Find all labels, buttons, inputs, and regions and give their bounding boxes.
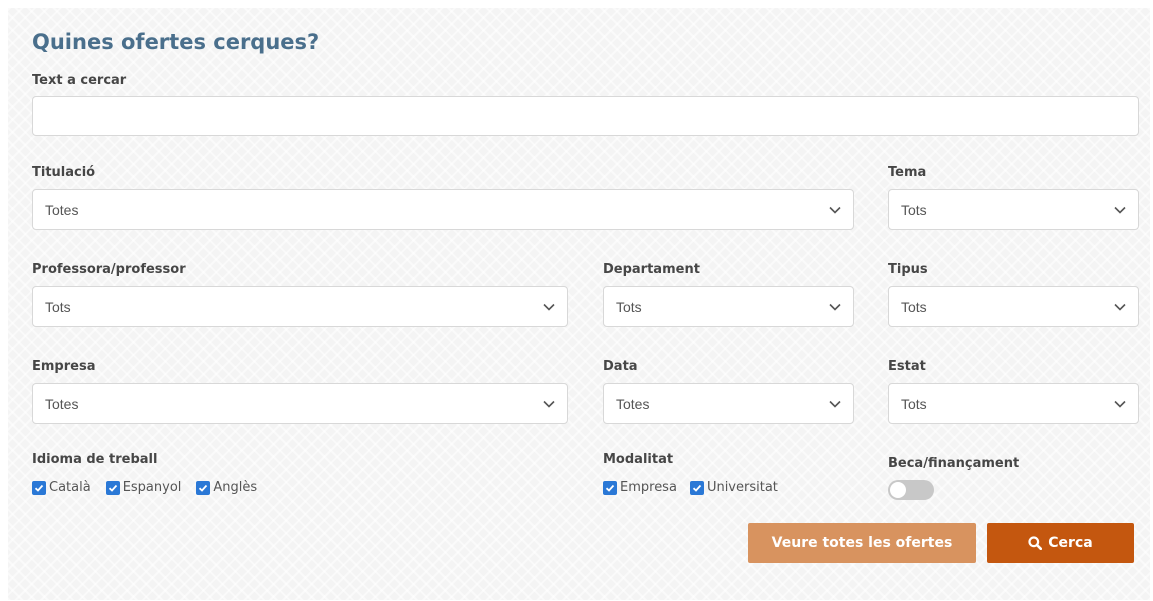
- empresa-select[interactable]: Totes: [32, 383, 568, 424]
- estat-value: Tots: [901, 395, 927, 412]
- checkbox-label: Empresa: [620, 480, 677, 495]
- search-button-label: Cerca: [1048, 535, 1093, 551]
- professor-select[interactable]: Tots: [32, 286, 568, 327]
- modalitat-label: Modalitat: [603, 452, 674, 467]
- chevron-down-icon: [543, 400, 555, 408]
- checkbox-label: Anglès: [213, 480, 258, 495]
- check-icon: [105, 480, 120, 495]
- tipus-label: Tipus: [888, 262, 928, 277]
- modalitat-options: Empresa Universitat: [603, 480, 793, 495]
- chevron-down-icon: [829, 206, 841, 214]
- estat-select[interactable]: Tots: [888, 383, 1139, 424]
- check-icon: [689, 480, 704, 495]
- data-label: Data: [603, 359, 638, 374]
- professor-label: Professora/professor: [32, 262, 186, 277]
- titulacio-value: Totes: [45, 201, 79, 218]
- chevron-down-icon: [1114, 400, 1126, 408]
- departament-value: Tots: [616, 298, 642, 315]
- checkbox-label: Català: [49, 480, 91, 495]
- empresa-value: Totes: [45, 395, 79, 412]
- idioma-options: Català Espanyol Anglès: [32, 480, 272, 495]
- estat-label: Estat: [888, 359, 926, 374]
- chevron-down-icon: [1114, 303, 1126, 311]
- checkbox-espanyol[interactable]: Espanyol: [105, 480, 182, 495]
- tipus-select[interactable]: Tots: [888, 286, 1139, 327]
- idioma-label: Idioma de treball: [32, 452, 158, 467]
- tema-value: Tots: [901, 201, 927, 218]
- beca-label: Beca/finançament: [888, 456, 1020, 471]
- check-icon: [196, 480, 211, 495]
- checkbox-empresa[interactable]: Empresa: [603, 480, 677, 495]
- checkbox-label: Espanyol: [122, 480, 182, 495]
- chevron-down-icon: [829, 303, 841, 311]
- view-all-offers-button[interactable]: Veure totes les ofertes: [748, 523, 976, 563]
- professor-value: Tots: [45, 298, 71, 315]
- beca-toggle[interactable]: [888, 480, 934, 500]
- checkbox-label: Universitat: [706, 480, 778, 495]
- titulacio-label: Titulació: [32, 165, 96, 180]
- check-icon: [603, 480, 617, 495]
- departament-label: Departament: [603, 262, 700, 277]
- data-value: Totes: [616, 395, 650, 412]
- page-title: Quines ofertes cerques?: [32, 30, 320, 54]
- check-icon: [32, 480, 46, 495]
- search-text-input[interactable]: [32, 96, 1139, 136]
- data-select[interactable]: Totes: [603, 383, 854, 424]
- checkbox-universitat[interactable]: Universitat: [689, 480, 778, 495]
- departament-select[interactable]: Tots: [603, 286, 854, 327]
- tema-select[interactable]: Tots: [888, 189, 1139, 230]
- tema-label: Tema: [888, 165, 927, 180]
- search-button[interactable]: Cerca: [987, 523, 1134, 563]
- checkbox-catala[interactable]: Català: [32, 480, 91, 495]
- search-icon: [1028, 536, 1043, 550]
- toggle-knob: [890, 482, 906, 498]
- search-text-label: Text a cercar: [32, 73, 127, 88]
- checkbox-angles[interactable]: Anglès: [196, 480, 257, 495]
- chevron-down-icon: [1114, 206, 1126, 214]
- titulacio-select[interactable]: Totes: [32, 189, 854, 230]
- tipus-value: Tots: [901, 298, 927, 315]
- chevron-down-icon: [829, 400, 841, 408]
- chevron-down-icon: [543, 303, 555, 311]
- empresa-label: Empresa: [32, 359, 96, 374]
